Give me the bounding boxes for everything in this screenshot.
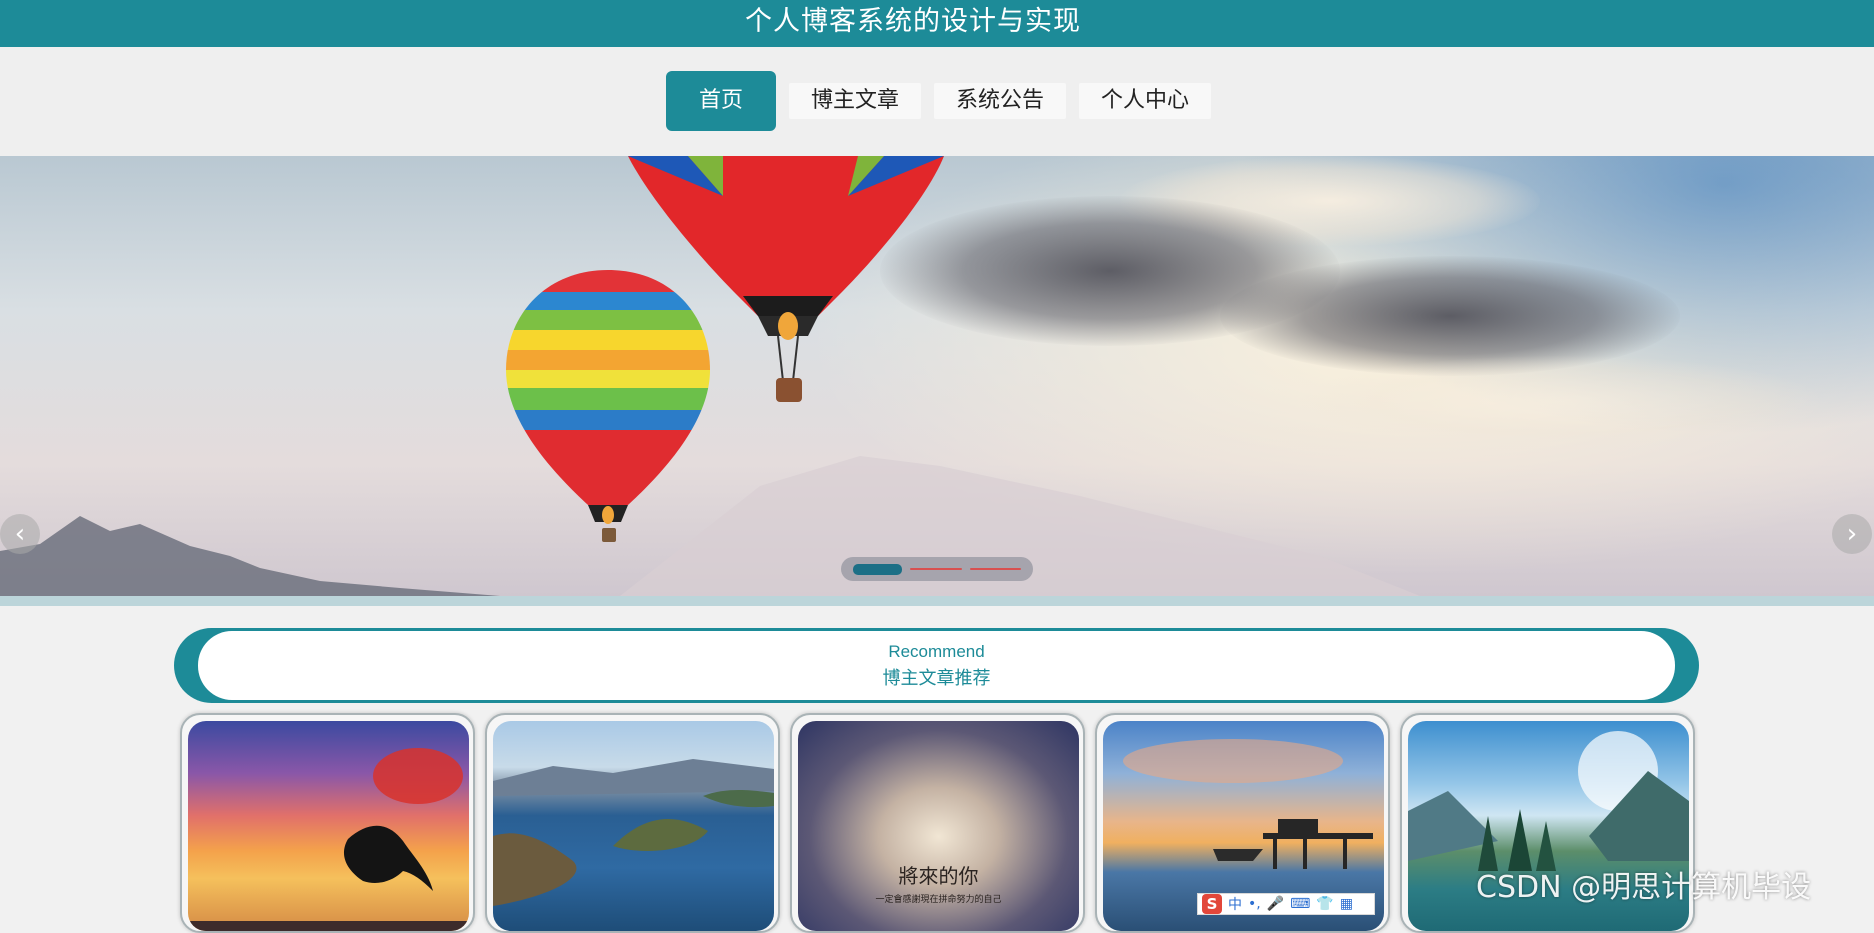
ime-grid-icon[interactable]: ▦ xyxy=(1340,896,1353,912)
ime-lang-toggle[interactable]: 中 xyxy=(1228,894,1242,914)
csdn-watermark: CSDN @明思计算机毕设 xyxy=(1476,870,1812,905)
nav-item-system-announcement[interactable]: 系统公告 xyxy=(934,83,1067,119)
main-nav: 首页 博主文章 系统公告 个人中心 xyxy=(0,47,1874,156)
carousel-indicators xyxy=(841,557,1033,581)
nav-item-personal-center[interactable]: 个人中心 xyxy=(1079,83,1212,119)
recommend-title-en: Recommend xyxy=(888,641,985,661)
carousel-dot-3[interactable] xyxy=(969,568,1021,570)
ime-mic-icon[interactable]: 🎤 xyxy=(1267,896,1284,912)
ime-keyboard-icon[interactable]: ⌨ xyxy=(1290,896,1310,912)
recommend-title-cn: 博主文章推荐 xyxy=(882,667,991,689)
article-card[interactable] xyxy=(180,713,475,933)
ime-toolbar[interactable]: S 中 •, 🎤 ⌨ 👕 ▦ xyxy=(1197,893,1375,915)
nav-items: 首页 博主文章 系统公告 个人中心 xyxy=(666,71,1212,131)
nav-item-blogger-articles[interactable]: 博主文章 xyxy=(789,83,922,119)
carousel-dot-2[interactable] xyxy=(910,568,962,570)
rainbow-balloon-image xyxy=(506,270,710,542)
site-title: 个人博客系统的设计与实现 xyxy=(745,6,1081,37)
chevron-left-icon: ‹ xyxy=(14,519,26,549)
header-bar: 个人博客系统的设计与实现 xyxy=(0,0,1874,47)
ime-skin-icon[interactable]: 👕 xyxy=(1316,896,1333,912)
quote-subcaption: 一定會感謝現在拼命努力的自己 xyxy=(875,895,1002,905)
lake-islands-shapes xyxy=(493,759,774,906)
lake-islands-image xyxy=(493,721,774,931)
quote-caption: 將來的你 xyxy=(898,864,979,888)
quote-sky-image: 將來的你 一定會感謝現在拼命努力的自己 xyxy=(798,721,1079,931)
ime-punct-icon[interactable]: •, xyxy=(1248,896,1261,912)
chevron-right-icon: › xyxy=(1846,519,1858,549)
dolphin-sunset-image xyxy=(188,721,469,931)
sogou-logo-icon[interactable]: S xyxy=(1202,894,1222,914)
nav-item-home[interactable]: 首页 xyxy=(666,71,777,131)
section-divider xyxy=(0,596,1874,606)
carousel-next-button[interactable]: › xyxy=(1832,514,1872,554)
banner-carousel[interactable]: ‹ › xyxy=(0,156,1874,596)
dolphin-silhouette xyxy=(188,748,469,931)
article-card[interactable] xyxy=(485,713,780,933)
carousel-dot-1[interactable] xyxy=(853,563,903,575)
recommend-header-inner: Recommend 博主文章推荐 xyxy=(198,631,1675,700)
carousel-prev-button[interactable]: ‹ xyxy=(0,514,40,554)
article-card[interactable]: 將來的你 一定會感謝現在拼命努力的自己 xyxy=(790,713,1085,933)
recommend-header: Recommend 博主文章推荐 xyxy=(174,628,1699,703)
